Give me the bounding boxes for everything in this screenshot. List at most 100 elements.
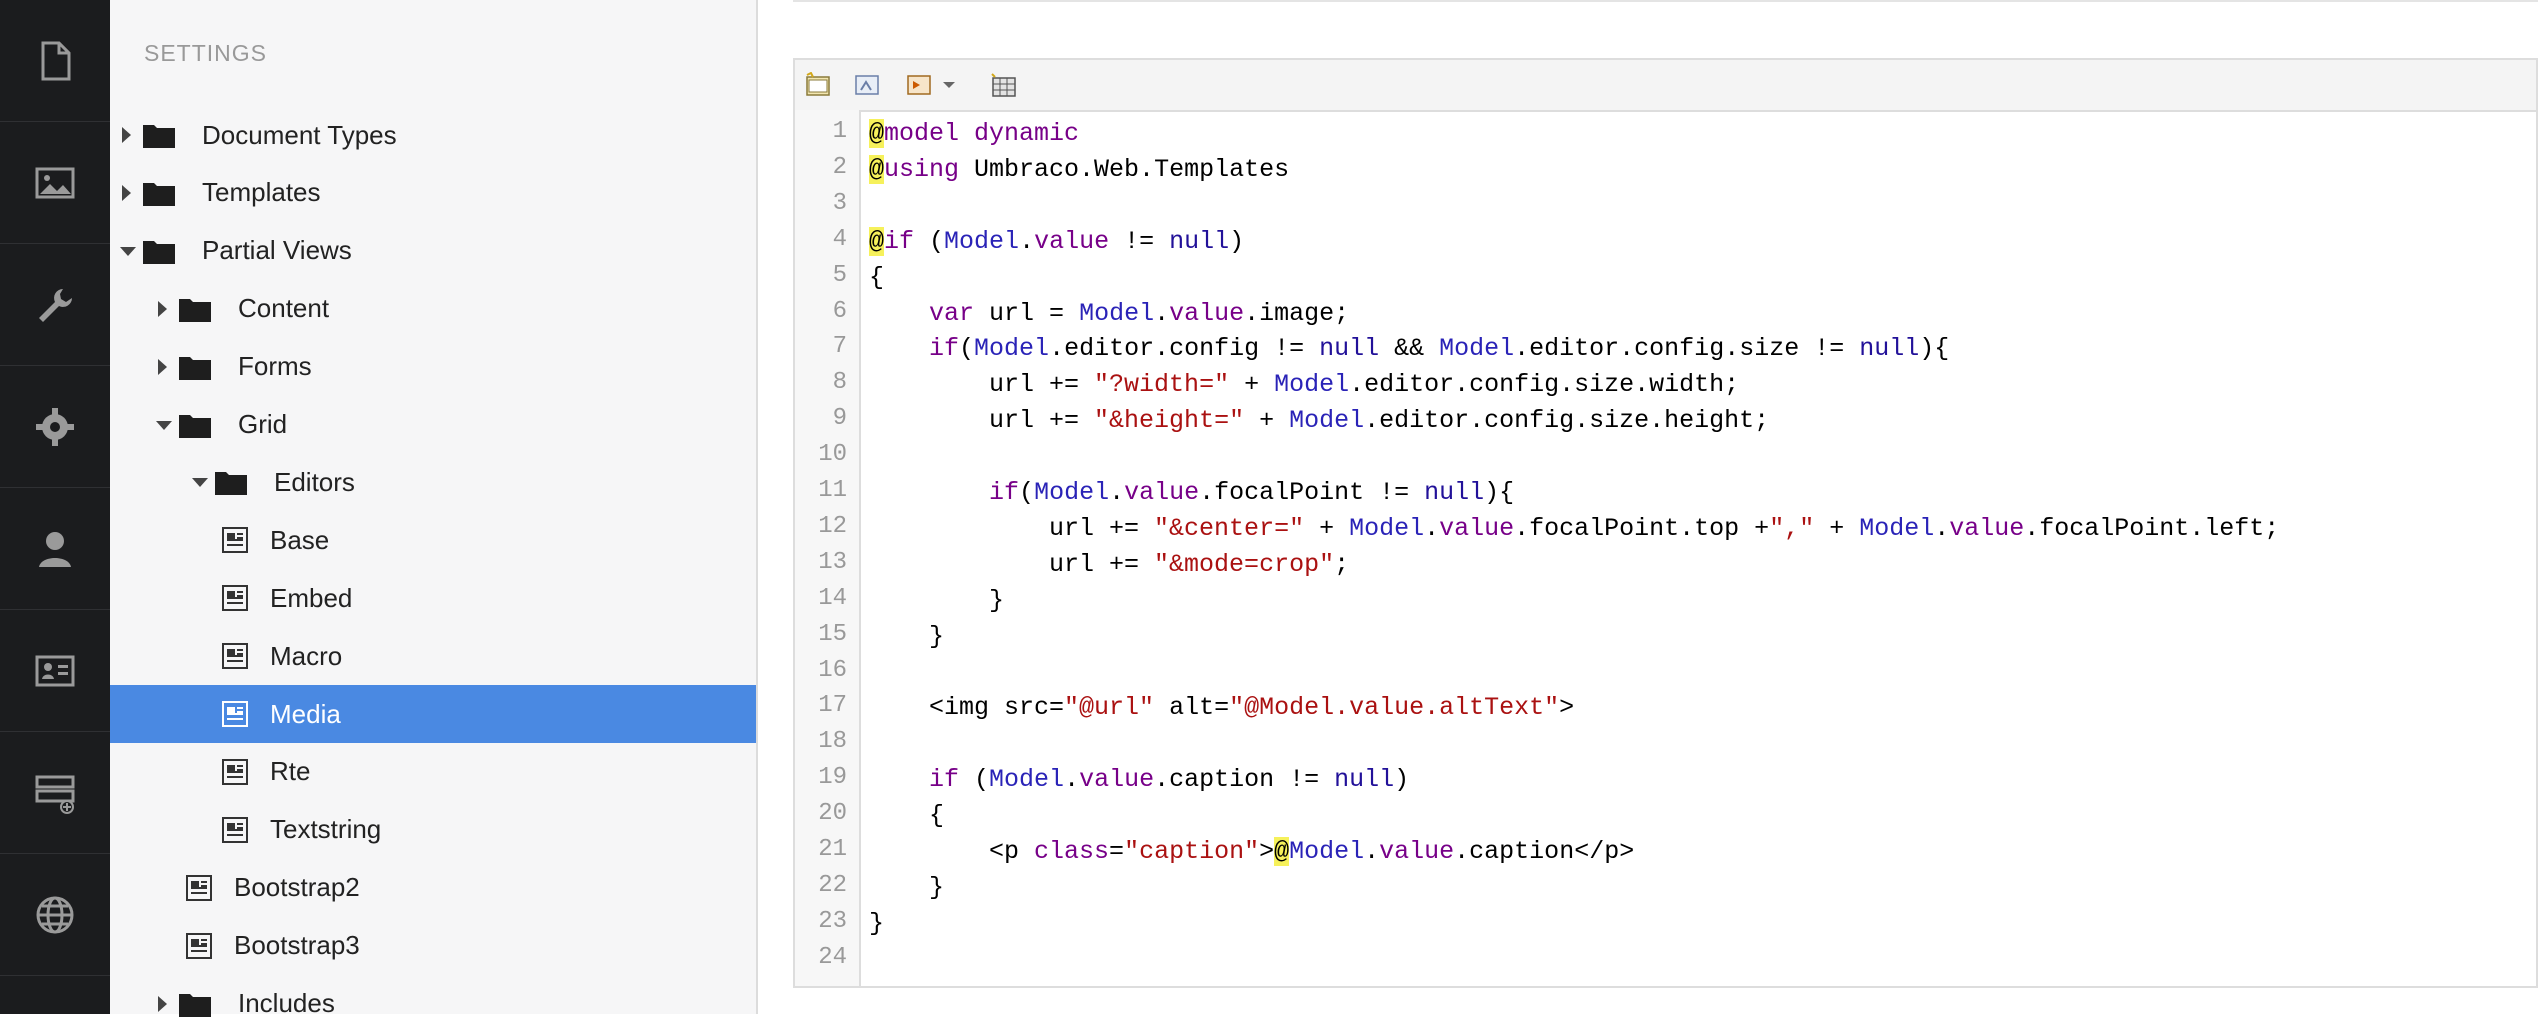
code-area[interactable]: @model dynamic @using Umbraco.Web.Templat… xyxy=(869,110,2536,986)
partial-view-file-icon xyxy=(222,816,248,843)
users-icon xyxy=(39,531,71,567)
line-number: 22 xyxy=(818,871,847,899)
tree-node-templates[interactable]: Templates xyxy=(110,164,756,222)
tree-section-title: SETTINGS xyxy=(144,40,268,66)
code-line[interactable]: } xyxy=(869,870,944,906)
partial-view-file-icon xyxy=(222,701,248,727)
code-line[interactable]: var url = Model.value.image; xyxy=(869,296,1349,332)
caret-down-icon[interactable] xyxy=(156,420,172,430)
section-forms[interactable] xyxy=(0,732,110,854)
code-line[interactable]: <img src="@url" alt="@Model.value.altTex… xyxy=(869,690,1574,726)
folder-icon xyxy=(143,182,175,206)
section-settings[interactable] xyxy=(0,366,110,488)
line-number: 20 xyxy=(818,800,847,828)
tree-node-label: Document Types xyxy=(202,119,397,150)
line-number-gutter: 1 2 3 4 5 6 7 8 9 10 11 12 13 14 15 16 17 18 19 20 21 22 23 24 xyxy=(795,110,861,986)
editor-toolbar xyxy=(795,60,2536,112)
tree-node-label: Base xyxy=(270,524,330,555)
settings-icon xyxy=(36,407,74,446)
code-line[interactable]: @if (Model.value != null) xyxy=(869,224,1244,260)
line-number: 9 xyxy=(832,405,847,433)
code-line[interactable]: } xyxy=(869,906,884,942)
tree-node-label: Bootstrap3 xyxy=(234,930,360,961)
tree-node-partial-views[interactable]: Partial Views xyxy=(110,222,756,280)
section-developer[interactable] xyxy=(0,244,110,366)
code-line[interactable]: url += "?width=" + Model.editor.config.s… xyxy=(869,367,1739,403)
tree-node-bootstrap2[interactable]: Bootstrap2 xyxy=(110,859,756,917)
code-line[interactable]: url += "&height=" + Model.editor.config.… xyxy=(869,403,1769,439)
line-number: 17 xyxy=(818,692,847,720)
line-number: 14 xyxy=(818,584,847,612)
line-number: 24 xyxy=(818,943,847,971)
tree-node-document-types[interactable]: Document Types xyxy=(110,106,756,164)
tree-node-grid[interactable]: Grid xyxy=(110,396,756,454)
tree-node-label: Textstring xyxy=(270,814,382,845)
caret-right-icon[interactable] xyxy=(158,995,167,1012)
line-number: 6 xyxy=(832,297,847,325)
caret-down-icon[interactable] xyxy=(192,478,208,488)
tree-node-content[interactable]: Content xyxy=(110,280,756,338)
forms-icon xyxy=(35,775,75,814)
tree-node-label: Partial Views xyxy=(202,235,352,266)
tree-node-label: Templates xyxy=(202,177,321,208)
tree-node-base[interactable]: Base xyxy=(110,511,756,569)
caret-down-icon[interactable] xyxy=(120,246,136,256)
line-number: 2 xyxy=(832,153,847,181)
line-number: 8 xyxy=(832,369,847,397)
line-number: 4 xyxy=(832,225,847,253)
code-line[interactable]: if(Model.editor.config != null && Model.… xyxy=(869,331,1949,367)
code-line[interactable]: { xyxy=(869,798,944,834)
content-icon xyxy=(41,41,71,80)
tree-node-label: Rte xyxy=(270,756,311,787)
query-icon[interactable] xyxy=(905,72,933,98)
tree-node-label: Editors xyxy=(274,466,355,497)
code-line[interactable]: } xyxy=(869,619,944,655)
tree-node-rte[interactable]: Rte xyxy=(110,743,756,801)
insert-icon[interactable] xyxy=(805,72,833,98)
code-editor[interactable]: 1 2 3 4 5 6 7 8 9 10 11 12 13 14 15 16 17 18 19 20 21 22 23 24 … xyxy=(793,58,2538,988)
code-line[interactable]: { xyxy=(869,260,884,296)
tree-node-media[interactable]: Media xyxy=(110,685,756,743)
line-number: 5 xyxy=(832,261,847,289)
code-line[interactable]: if(Model.value.focalPoint != null){ xyxy=(869,475,1514,511)
tree-node-embed[interactable]: Embed xyxy=(110,569,756,627)
dropdown-arrow-icon[interactable] xyxy=(941,72,957,98)
code-line[interactable]: url += "&center=" + Model.value.focalPoi… xyxy=(869,511,2279,547)
partial-view-file-icon xyxy=(222,643,248,670)
caret-right-icon[interactable] xyxy=(158,300,167,317)
developer-icon xyxy=(39,288,72,322)
macro-icon[interactable] xyxy=(853,72,881,98)
caret-right-icon[interactable] xyxy=(122,184,131,201)
media-icon xyxy=(35,167,75,198)
tree-node-macro[interactable]: Macro xyxy=(110,627,756,685)
members-icon xyxy=(35,655,75,686)
tree-node-editors[interactable]: Editors xyxy=(110,453,756,511)
section-sidebar xyxy=(0,0,110,1014)
code-line[interactable]: <p class="caption">@Model.value.caption<… xyxy=(869,834,1634,870)
line-number: 7 xyxy=(832,333,847,361)
caret-right-icon[interactable] xyxy=(158,358,167,375)
folder-icon xyxy=(143,240,175,264)
tree-node-label: Embed xyxy=(270,582,353,613)
code-line[interactable]: @model dynamic xyxy=(869,116,1079,152)
partial-view-file-icon xyxy=(222,585,248,612)
tree-node-includes[interactable]: Includes xyxy=(110,975,756,1033)
section-media[interactable] xyxy=(0,122,110,244)
code-line[interactable]: @using Umbraco.Web.Templates xyxy=(869,152,1289,188)
code-line[interactable]: if (Model.value.caption != null) xyxy=(869,762,1409,798)
folder-icon xyxy=(143,125,175,148)
line-number: 19 xyxy=(818,764,847,792)
section-members[interactable] xyxy=(0,610,110,732)
section-users[interactable] xyxy=(0,488,110,610)
line-number: 16 xyxy=(818,656,847,684)
tree-node-textstring[interactable]: Textstring xyxy=(110,801,756,859)
tree-node-bootstrap3[interactable]: Bootstrap3 xyxy=(110,917,756,975)
code-line[interactable]: url += "&mode=crop"; xyxy=(869,547,1349,583)
code-line[interactable]: } xyxy=(869,583,1004,619)
dictionary-icon[interactable] xyxy=(989,72,1017,98)
section-translation[interactable] xyxy=(0,854,110,976)
caret-right-icon[interactable] xyxy=(122,127,131,143)
section-content[interactable] xyxy=(0,0,110,122)
tree-node-forms[interactable]: Forms xyxy=(110,338,756,396)
partial-view-file-icon xyxy=(222,527,248,554)
